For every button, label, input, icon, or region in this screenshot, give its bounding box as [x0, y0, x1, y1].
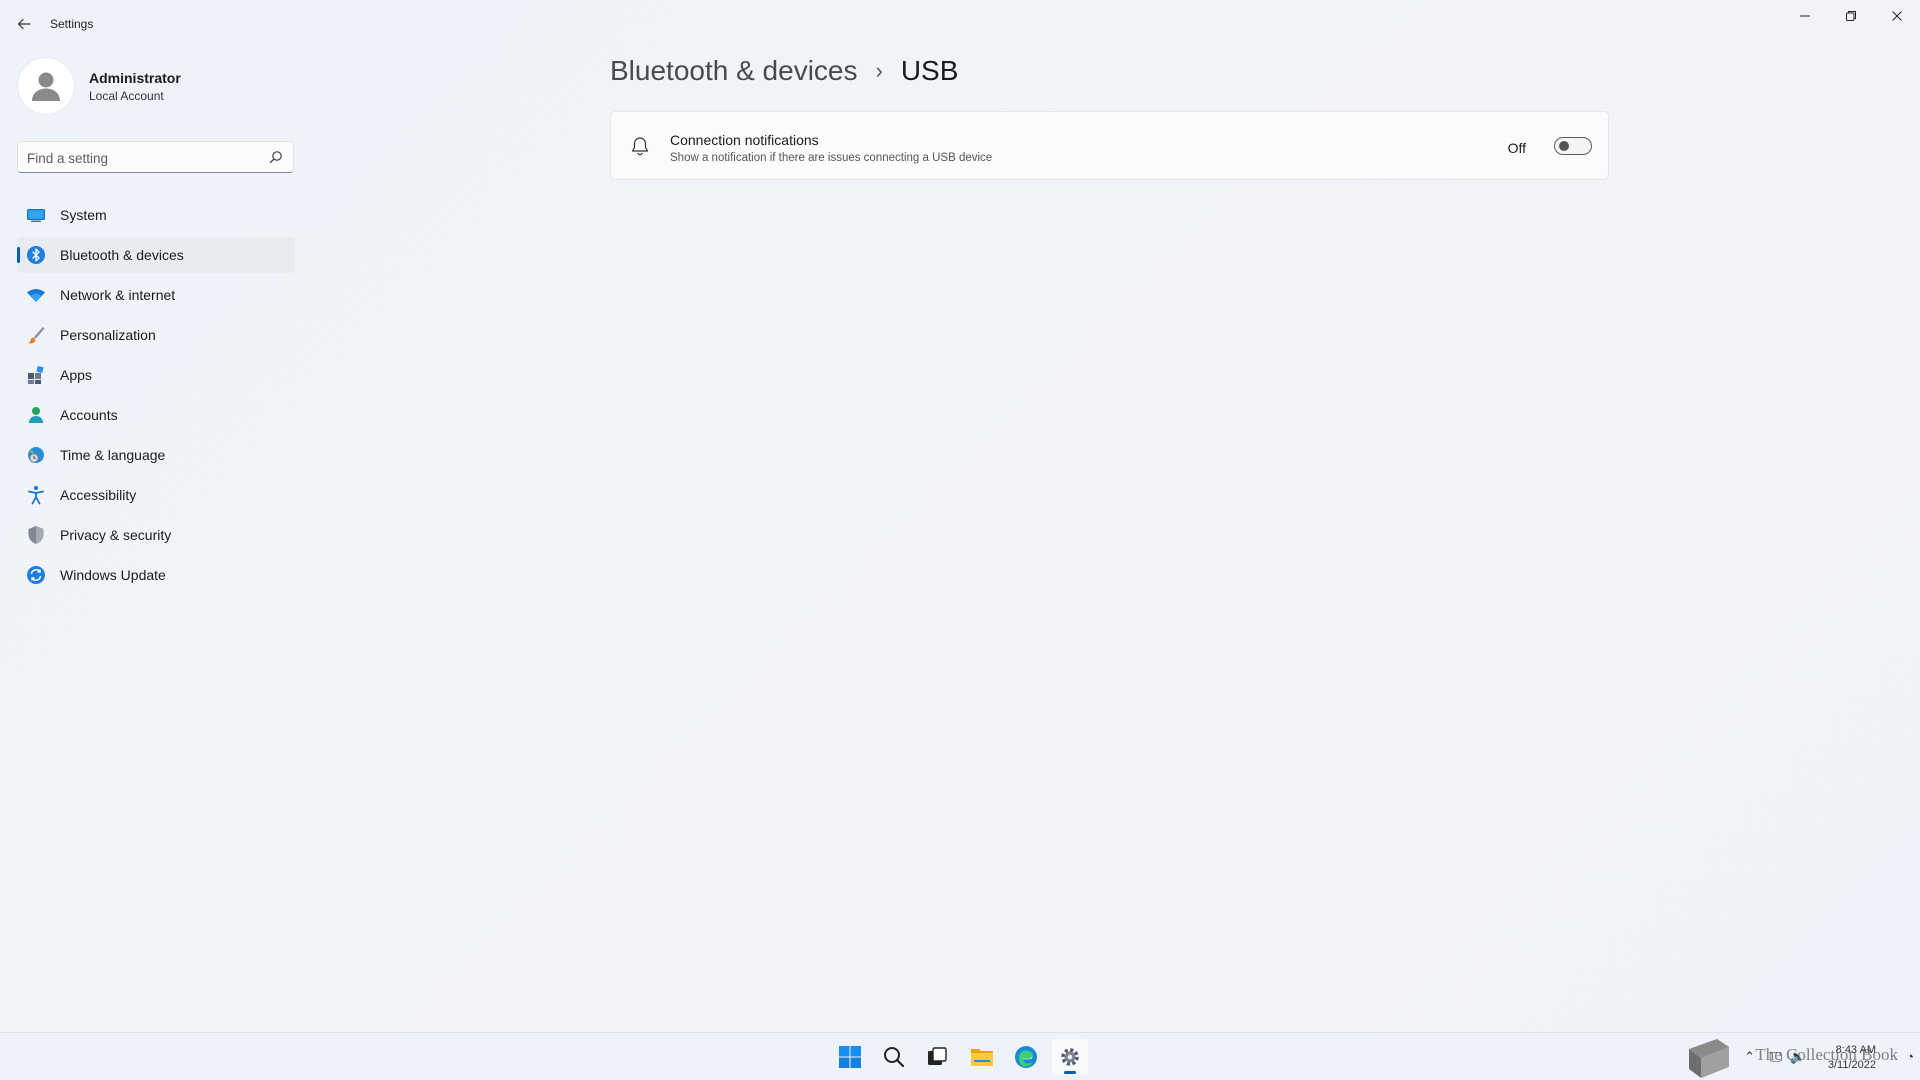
accessibility-icon — [26, 485, 46, 505]
minimize-icon — [1800, 15, 1810, 17]
sidebar-item-windows-update[interactable]: Windows Update — [17, 557, 295, 593]
edge-button[interactable] — [1008, 1039, 1044, 1075]
shield-icon — [26, 525, 46, 545]
notification-icon[interactable]: ◔ — [1906, 1049, 1914, 1064]
sidebar-item-accounts[interactable]: Accounts — [17, 397, 295, 433]
avatar — [17, 57, 75, 115]
sidebar-item-label: System — [60, 207, 107, 223]
sidebar-item-label: Accounts — [60, 407, 118, 423]
sync-icon — [26, 565, 46, 585]
person-icon — [26, 405, 46, 425]
file-explorer-button[interactable] — [964, 1039, 1000, 1075]
edge-icon — [1015, 1046, 1037, 1068]
close-button[interactable] — [1874, 0, 1920, 32]
toggle-state-label: Off — [1507, 140, 1526, 156]
user-profile[interactable]: Administrator Local Account — [17, 57, 181, 115]
sidebar-item-label: Accessibility — [60, 487, 137, 503]
breadcrumb-parent-link[interactable]: Bluetooth & devices — [610, 55, 858, 87]
system-tray: ⌃ 🖵 🔈 8:43 AM 3/11/2022 The Collection B… — [1620, 1033, 1920, 1080]
toggle-knob — [1559, 141, 1569, 151]
watermark-text: The Collection Book — [1755, 1045, 1898, 1064]
settings-icon — [1061, 1048, 1079, 1066]
minimize-button[interactable] — [1782, 0, 1828, 32]
connection-notifications-toggle[interactable] — [1554, 137, 1592, 155]
sidebar-item-personalization[interactable]: Personalization — [17, 317, 295, 353]
task-view-button[interactable] — [919, 1039, 955, 1075]
restore-button[interactable] — [1828, 0, 1874, 32]
start-button[interactable] — [832, 1039, 868, 1075]
watermark-book-icon — [1689, 1039, 1729, 1078]
sidebar-item-network-internet[interactable]: Network & internet — [17, 277, 295, 313]
sidebar-item-label: Windows Update — [60, 567, 166, 583]
start-icon — [839, 1046, 861, 1068]
file-explorer-icon — [971, 1049, 993, 1066]
sidebar-item-accessibility[interactable]: Accessibility — [17, 477, 295, 513]
apps-icon — [26, 365, 46, 385]
app-title: Settings — [50, 17, 94, 31]
globe-clock-icon — [26, 445, 46, 465]
connection-notifications-card: Connection notifications Show a notifica… — [610, 111, 1609, 180]
sidebar-item-time-language[interactable]: Time & language — [17, 437, 295, 473]
back-button[interactable] — [10, 10, 38, 38]
sidebar-item-label: Apps — [60, 367, 92, 383]
bell-icon — [631, 137, 649, 156]
sidebar-item-label: Bluetooth & devices — [60, 247, 184, 263]
sidebar-item-label: Network & internet — [60, 287, 176, 303]
sidebar-item-apps[interactable]: Apps — [17, 357, 295, 393]
search-input[interactable] — [18, 142, 259, 174]
taskbar: ⌃ 🖵 🔈 8:43 AM 3/11/2022 The Collection B… — [0, 1032, 1920, 1080]
search-icon — [884, 1047, 905, 1068]
task-view-icon — [928, 1047, 947, 1065]
settings-taskbar-button[interactable] — [1052, 1039, 1088, 1075]
restore-icon — [1846, 11, 1856, 21]
sidebar-item-label: Personalization — [60, 327, 156, 343]
sidebar-item-label: Privacy & security — [60, 527, 172, 543]
setting-description: Show a notification if there are issues … — [670, 152, 993, 164]
bluetooth-icon — [26, 245, 46, 265]
taskbar-search-button[interactable] — [876, 1039, 912, 1075]
window-controls — [1782, 0, 1920, 32]
page-title: USB — [900, 55, 959, 86]
setting-title: Connection notifications — [670, 132, 819, 148]
sidebar-nav: System Bluetooth & devices Network & int… — [17, 197, 295, 597]
close-icon — [1892, 11, 1902, 21]
search-box — [17, 141, 294, 174]
sidebar-item-bluetooth-devices[interactable]: Bluetooth & devices — [17, 237, 295, 273]
sidebar-item-privacy-security[interactable]: Privacy & security — [17, 517, 295, 553]
chevron-right-icon: › — [875, 58, 883, 83]
profile-account-type: Local Account — [89, 88, 164, 103]
monitor-icon — [26, 205, 46, 225]
chevron-up-icon[interactable]: ⌃ — [1744, 1049, 1755, 1065]
back-arrow-icon — [17, 18, 31, 30]
title-bar: Settings — [0, 0, 1920, 48]
sidebar-item-system[interactable]: System — [17, 197, 295, 233]
profile-name: Administrator — [89, 69, 181, 86]
wifi-icon — [26, 285, 46, 305]
avatar-person-icon — [32, 72, 60, 101]
brush-icon — [26, 325, 46, 345]
search-icon[interactable] — [269, 150, 283, 164]
sidebar-item-label: Time & language — [60, 447, 166, 463]
breadcrumb: Bluetooth & devices › USB — [610, 55, 958, 87]
